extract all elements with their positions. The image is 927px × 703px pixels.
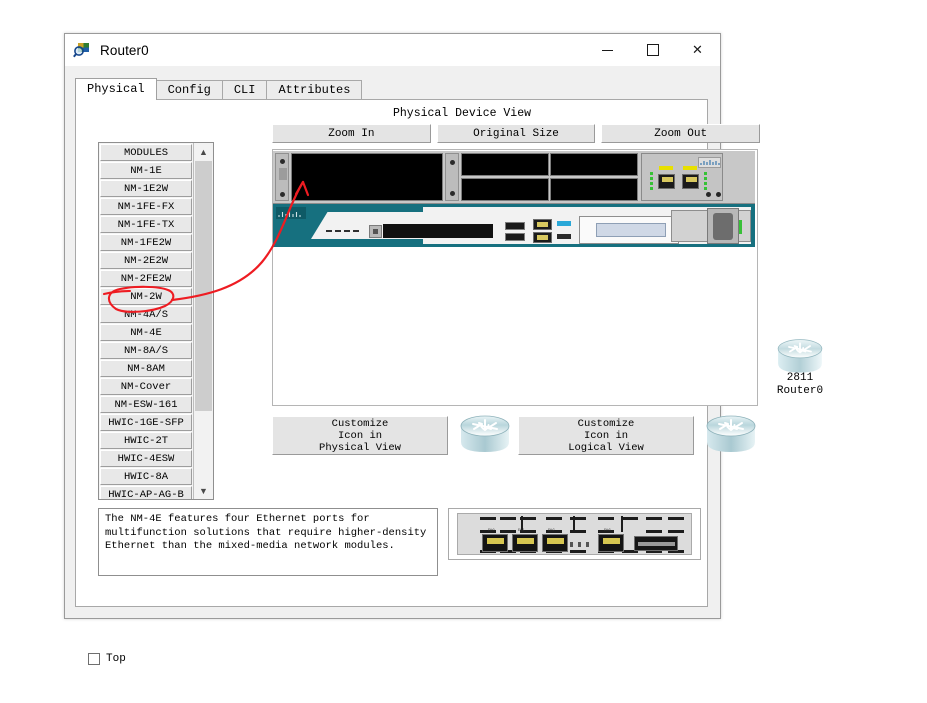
fastethernet0-1-port[interactable] bbox=[682, 174, 699, 189]
compact-flash-slot[interactable] bbox=[383, 224, 493, 238]
ethernet3-port[interactable] bbox=[598, 534, 624, 552]
console-port[interactable] bbox=[533, 219, 552, 230]
cust-phys-line1: Customize bbox=[331, 417, 389, 430]
reset-button[interactable] bbox=[369, 225, 382, 238]
scrollbar-thumb[interactable] bbox=[195, 161, 212, 411]
cisco-badge-teal bbox=[276, 207, 306, 219]
cust-phys-line3: Physical View bbox=[319, 441, 401, 454]
modules-header: MODULES bbox=[100, 144, 192, 161]
wic-slot-3[interactable] bbox=[550, 178, 638, 201]
module-item-hwic-ap-ag-b[interactable]: HWIC-AP-AG-B bbox=[100, 486, 192, 499]
module-item-nm-1e2w[interactable]: NM-1E2W bbox=[100, 180, 192, 197]
module-item-hwic-4esw[interactable]: HWIC-4ESW bbox=[100, 450, 192, 467]
module-item-nm-2fe2w[interactable]: NM-2FE2W bbox=[100, 270, 192, 287]
module-item-nm-esw-161[interactable]: NM-ESW-161 bbox=[100, 396, 192, 413]
cisco-logo-badge bbox=[698, 157, 721, 168]
ac-power-socket[interactable] bbox=[707, 208, 739, 244]
router-chassis-graphic bbox=[273, 151, 755, 247]
aui-db15-connector[interactable] bbox=[634, 536, 678, 551]
nm-4e-faceplate: Eth0 Eth1 Eth2 Eth3 bbox=[457, 513, 692, 555]
module-item-nm-1fe-fx[interactable]: NM-1FE-FX bbox=[100, 198, 192, 215]
wic-slot-2[interactable] bbox=[461, 178, 549, 201]
ethernet1-port[interactable] bbox=[512, 534, 538, 552]
tab-physical[interactable]: Physical bbox=[75, 78, 157, 100]
customize-icon-logical-view-button[interactable]: Customize Icon in Logical View bbox=[518, 416, 694, 455]
module-item-nm-cover[interactable]: NM-Cover bbox=[100, 378, 192, 395]
aux-port[interactable] bbox=[533, 232, 552, 243]
console-indicator bbox=[557, 221, 571, 226]
wic-slot-0[interactable] bbox=[461, 153, 549, 176]
window-controls: ✕ bbox=[585, 34, 720, 66]
modules-list[interactable]: MODULES NM-1E NM-1E2W NM-1FE-FX NM-1FE-T… bbox=[99, 143, 193, 499]
module-item-nm-1fe-tx[interactable]: NM-1FE-TX bbox=[100, 216, 192, 233]
top-checkbox[interactable] bbox=[88, 653, 100, 665]
zoom-out-button[interactable]: Zoom Out bbox=[601, 124, 761, 143]
router-icon-physical bbox=[458, 412, 512, 458]
optional-rps-input bbox=[579, 216, 679, 244]
device-view-canvas[interactable] bbox=[272, 149, 758, 406]
usb-port-1[interactable] bbox=[505, 233, 525, 241]
fastethernet0-0-port[interactable] bbox=[658, 174, 675, 189]
chassis-lower-teal bbox=[273, 204, 755, 247]
fe0-0-label bbox=[659, 166, 673, 170]
module-item-hwic-1ge-sfp[interactable]: HWIC-1GE-SFP bbox=[100, 414, 192, 431]
module-description: The NM-4E features four Ethernet ports f… bbox=[98, 508, 438, 576]
zoom-button-row: Zoom In Original Size Zoom Out bbox=[272, 124, 761, 143]
cust-log-line2: Icon in bbox=[583, 429, 629, 442]
scroll-down-icon[interactable]: ▼ bbox=[194, 482, 213, 499]
usb-port-0[interactable] bbox=[505, 222, 525, 230]
cust-phys-line2: Icon in bbox=[337, 429, 383, 442]
cust-log-line3: Logical View bbox=[568, 441, 644, 454]
module-item-nm-8a-s[interactable]: NM-8A/S bbox=[100, 342, 192, 359]
modules-panel: MODULES NM-1E NM-1E2W NM-1FE-FX NM-1FE-T… bbox=[98, 142, 214, 500]
zoom-in-button[interactable]: Zoom In bbox=[272, 124, 431, 143]
module-item-nm-4e[interactable]: NM-4E bbox=[100, 324, 192, 341]
tab-attributes[interactable]: Attributes bbox=[266, 80, 363, 100]
router0-window: Router0 ✕ Physical Config CLI Attributes… bbox=[64, 33, 761, 665]
module-item-nm-8am[interactable]: NM-8AM bbox=[100, 360, 192, 377]
module-preview-image: Eth0 Eth1 Eth2 Eth3 bbox=[448, 508, 701, 560]
module-item-nm-2e2w[interactable]: NM-2E2W bbox=[100, 252, 192, 269]
module-item-nm-4a-s[interactable]: NM-4A/S bbox=[100, 306, 192, 323]
wic-slot-1[interactable] bbox=[550, 153, 638, 176]
top-checkbox-group[interactable]: Top bbox=[88, 653, 126, 665]
tab-cli[interactable]: CLI bbox=[221, 80, 268, 100]
customize-icon-physical-view-button[interactable]: Customize Icon in Physical View bbox=[272, 416, 448, 455]
maximize-button[interactable] bbox=[630, 34, 675, 66]
onboard-ethernet-faceplate bbox=[641, 153, 723, 201]
module-item-hwic-2t[interactable]: HWIC-2T bbox=[100, 432, 192, 449]
tab-bar: Physical Config CLI Attributes bbox=[75, 78, 710, 100]
scroll-up-icon[interactable]: ▲ bbox=[194, 143, 213, 160]
canvas-device-name: Router0 bbox=[776, 385, 824, 397]
minimize-button[interactable] bbox=[585, 34, 630, 66]
module-item-hwic-8a[interactable]: HWIC-8A bbox=[100, 468, 192, 485]
cust-log-line1: Customize bbox=[577, 417, 635, 430]
router-icon-logical bbox=[704, 412, 758, 458]
status-leds bbox=[326, 226, 359, 233]
aux-indicator bbox=[557, 234, 571, 239]
window-titlebar: Router0 ✕ bbox=[65, 34, 720, 66]
packet-tracer-icon bbox=[73, 41, 91, 59]
fe0-1-label bbox=[683, 166, 697, 170]
top-checkbox-label: Top bbox=[106, 653, 126, 665]
screen: Router0 ✕ Physical Config CLI Attributes… bbox=[0, 0, 927, 703]
close-button[interactable]: ✕ bbox=[675, 34, 720, 66]
module-slot-empty-1[interactable] bbox=[291, 153, 443, 201]
ethernet2-port[interactable] bbox=[542, 534, 568, 552]
bay-rail-left bbox=[275, 153, 289, 201]
module-item-nm-1fe2w[interactable]: NM-1FE2W bbox=[100, 234, 192, 251]
module-item-nm-2w[interactable]: NM-2W bbox=[100, 288, 192, 305]
module-item-nm-1e[interactable]: NM-1E bbox=[100, 162, 192, 179]
window-title: Router0 bbox=[100, 42, 149, 58]
physical-tab-pane: MODULES NM-1E NM-1E2W NM-1FE-FX NM-1FE-T… bbox=[75, 99, 761, 665]
modules-scrollbar[interactable]: ▲ ▼ bbox=[193, 143, 213, 499]
tab-config[interactable]: Config bbox=[155, 80, 223, 100]
physical-device-view-title: Physical Device View bbox=[392, 107, 532, 120]
bay-rail-middle bbox=[445, 153, 459, 201]
customize-row: Customize Icon in Physical View Customiz… bbox=[272, 411, 760, 459]
canvas-device-model: 2811 bbox=[786, 372, 814, 384]
original-size-button[interactable]: Original Size bbox=[436, 124, 596, 143]
ethernet0-port[interactable] bbox=[482, 534, 508, 552]
canvas-router-label: 2811 Router0 bbox=[740, 372, 860, 398]
